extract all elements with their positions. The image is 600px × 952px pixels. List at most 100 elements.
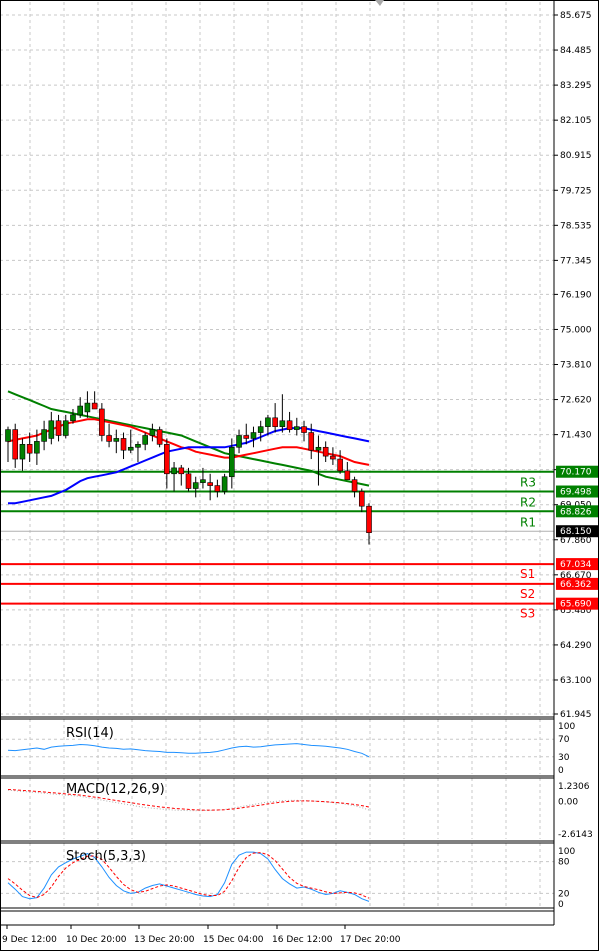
stoch-axis-label: 80: [558, 858, 570, 868]
current-price-tag: 68.150: [560, 527, 592, 537]
candle-body: [293, 426, 300, 430]
price-tick-label: 71.430: [560, 431, 592, 441]
candle-body: [207, 482, 213, 486]
level-label-r1: R1: [520, 515, 536, 529]
candle-body: [229, 446, 235, 478]
price-tick-label: 76.190: [560, 290, 592, 300]
candle-body: [330, 455, 336, 460]
price-tick-label: 79.725: [560, 186, 592, 196]
indicator-panels: RSI(14) MACD(12,26,9) Stoch(5,3,3): [7, 726, 370, 902]
stoch-signal-line: [7, 852, 370, 899]
price-chart[interactable]: R3 R2 R1 S1 S2 S3 RSI(14) MACD(12,26,9) Stoch(5…: [0, 0, 600, 952]
candle-body: [26, 444, 33, 454]
rsi-axis-label: 0: [558, 766, 564, 776]
candle-body: [156, 429, 163, 445]
candle-body: [366, 505, 372, 533]
rsi-axis-label: 100: [558, 722, 575, 732]
candle-body: [5, 429, 11, 442]
candle-body: [286, 420, 293, 430]
candle-body: [351, 479, 358, 492]
candle-body: [113, 438, 120, 442]
moving-average-line-2: [7, 418, 370, 466]
price-tag-s1: 67.034: [560, 560, 592, 570]
time-axis: 9 Dec 12:00 10 Dec 20:00 13 Dec 20:00 15 De…: [2, 925, 401, 945]
rsi-title: RSI(14): [66, 726, 114, 741]
time-tick-label: 9 Dec 12:00: [2, 935, 57, 945]
candle-body: [301, 426, 307, 433]
candle-body: [178, 467, 185, 475]
candle-body: [344, 470, 351, 480]
rsi-axis-label: 30: [558, 753, 570, 763]
candle-body: [192, 482, 199, 489]
candle-body: [91, 402, 98, 410]
price-tick-label: 73.810: [560, 361, 592, 371]
price-tick-label: 63.100: [560, 676, 592, 686]
candle-body: [214, 485, 221, 492]
price-tick-label: 84.485: [560, 46, 592, 56]
macd-axis-label: 1.2306: [558, 782, 590, 792]
macd-title: MACD(12,26,9): [66, 782, 165, 797]
price-tick-label: 80.915: [560, 151, 592, 161]
pivot-levels: R3 R2 R1 S1 S2 S3: [0, 470, 554, 621]
candle-body: [279, 420, 286, 427]
price-tick-label: 82.105: [560, 116, 592, 126]
candle-body: [70, 414, 76, 422]
candle-body: [257, 426, 264, 433]
candle-body: [19, 444, 26, 460]
level-label-r3: R3: [520, 476, 536, 490]
stoch-title: Stoch(5,3,3): [66, 849, 146, 864]
price-tick-label: 72.620: [560, 396, 592, 406]
price-axis: 85.675 84.485 83.295 82.105 80.915 79.725 78.5…: [553, 0, 598, 925]
candle-body: [34, 441, 40, 454]
price-tick-label: 61.945: [560, 710, 592, 720]
candle-body: [127, 446, 134, 451]
price-tag-s2: 66.362: [560, 580, 592, 590]
candle-body: [55, 420, 62, 436]
chart-border: [0, 0, 599, 951]
panel-frames: [0, 0, 599, 951]
price-tag-r1: 68.826: [560, 507, 592, 517]
macd-signal-line: [7, 789, 370, 811]
candle-body: [265, 417, 271, 427]
time-tick-label: 15 Dec 04:00: [203, 935, 264, 945]
chart-grid: [0, 2, 554, 908]
price-tick-label: 83.295: [560, 81, 592, 91]
candle-body: [221, 476, 228, 492]
candle-body: [272, 417, 278, 427]
price-tick-label: 77.345: [560, 256, 592, 266]
level-label-s2: S2: [520, 587, 535, 601]
price-tag-s3: 65.690: [560, 600, 592, 610]
candle-body: [135, 444, 141, 448]
price-tick-label: 85.675: [560, 11, 592, 21]
price-tick-label: 78.535: [560, 221, 592, 231]
stoch-axis-label: 20: [558, 889, 570, 899]
stoch-axis-label: 0: [558, 900, 564, 910]
rsi-axis-label: 70: [558, 735, 570, 745]
macd-axis-label: 0.00: [558, 797, 578, 807]
price-tag-r3: 70.170: [560, 468, 592, 478]
price-tick-label: 67.860: [560, 536, 592, 546]
level-label-r2: R2: [520, 496, 536, 510]
time-tick-label: 10 Dec 20:00: [66, 935, 127, 945]
candle-body: [243, 435, 250, 439]
candle-body: [12, 429, 19, 460]
candle-body: [149, 429, 156, 436]
macd-axis-label: -2.6143: [558, 830, 593, 840]
candle-body: [236, 435, 242, 448]
candle-body: [308, 432, 315, 451]
candle-body: [322, 446, 329, 457]
candle-body: [48, 420, 55, 439]
candle-body: [62, 420, 69, 436]
candle-body: [120, 438, 127, 451]
candle-body: [250, 432, 257, 439]
candle-body: [142, 435, 148, 445]
macd-main-line: [7, 789, 370, 812]
candle-body: [315, 446, 322, 451]
time-tick-label: 17 Dec 20:00: [340, 935, 401, 945]
price-tick-label: 75.000: [560, 325, 592, 335]
candle-body: [99, 408, 105, 436]
price-tag-r2: 69.498: [560, 488, 592, 498]
candle-body: [171, 467, 177, 475]
scroll-marker-icon[interactable]: [375, 0, 384, 6]
level-label-s1: S1: [520, 567, 535, 581]
